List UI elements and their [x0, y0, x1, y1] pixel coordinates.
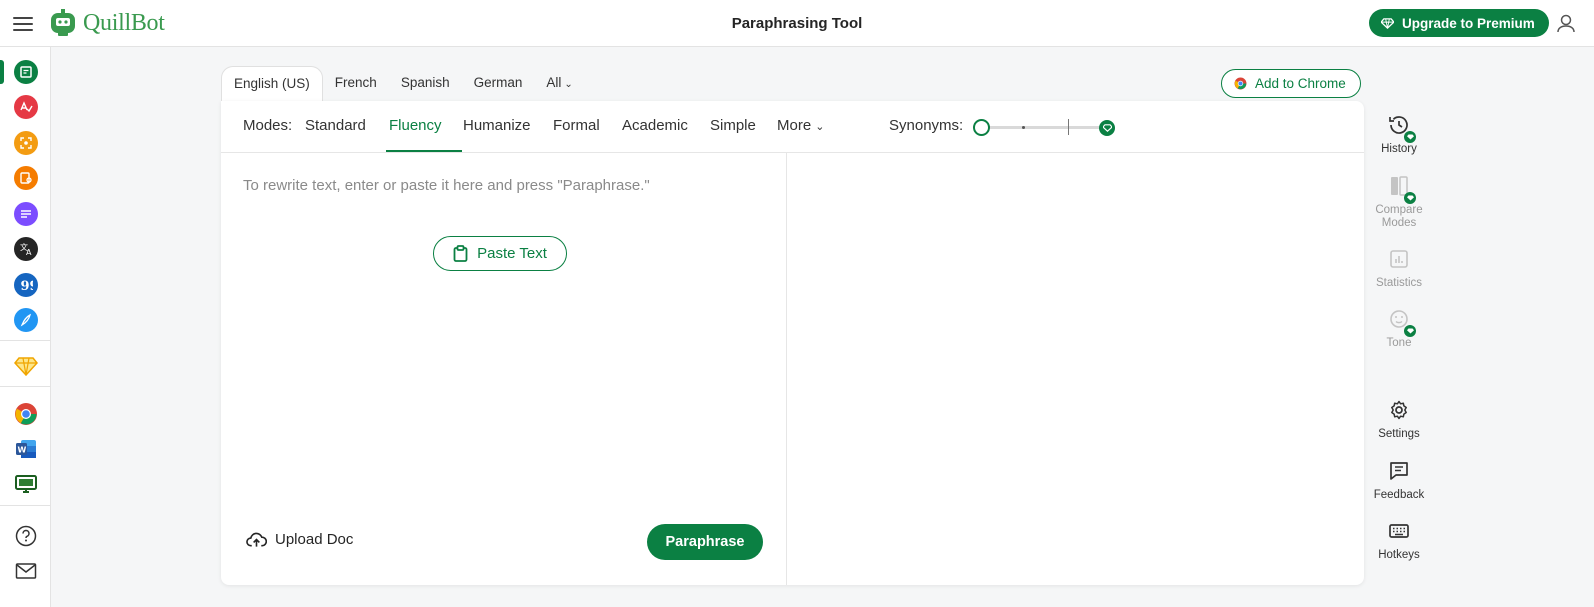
keyboard-icon [1386, 519, 1412, 545]
upgrade-label: Upgrade to Premium [1402, 15, 1535, 31]
history-label: History [1381, 143, 1417, 155]
mode-simple[interactable]: Simple [710, 117, 756, 134]
paraphrase-button[interactable]: Paraphrase [647, 524, 763, 560]
nav-divider [0, 340, 51, 341]
mode-standard[interactable]: Standard [305, 117, 366, 134]
modes-label: Modes: [243, 117, 293, 134]
chevron-down-icon: ⌄ [815, 121, 825, 133]
feedback-tool[interactable]: Feedback [1371, 459, 1427, 501]
hotkeys-tool[interactable]: Hotkeys [1371, 519, 1427, 561]
premium-diamond-icon [1099, 120, 1115, 136]
panel-divider [786, 153, 787, 585]
modes-bar: Modes: Standard Fluency Humanize Formal … [221, 101, 1364, 153]
language-tabs: English (US) French Spanish German All ⌄ [221, 66, 585, 102]
add-to-chrome-button[interactable]: Add to Chrome [1221, 69, 1361, 98]
synonyms-slider[interactable] [973, 118, 1115, 136]
statistics-icon [1386, 247, 1412, 273]
mode-more[interactable]: More ⌄ [777, 117, 824, 134]
add-to-chrome-label: Add to Chrome [1255, 76, 1346, 91]
history-icon [1386, 113, 1416, 143]
paste-text-button[interactable]: Paste Text [433, 236, 567, 271]
tone-label: Tone [1386, 337, 1412, 349]
plagiarism-checker-icon[interactable] [14, 166, 38, 190]
svg-text:A: A [26, 248, 32, 256]
upgrade-to-premium-button[interactable]: Upgrade to Premium [1369, 9, 1549, 37]
citation-generator-icon[interactable]: 99 [14, 273, 38, 297]
statistics-label: Statistics [1375, 277, 1422, 289]
quillbot-logo[interactable]: QuillBot [49, 8, 165, 38]
mail-icon[interactable] [14, 559, 38, 583]
slider-thumb[interactable] [973, 119, 990, 136]
tone-tool[interactable]: Tone [1371, 307, 1427, 349]
active-mode-underline [386, 150, 462, 152]
hotkeys-label: Hotkeys [1378, 549, 1420, 561]
page-title: Paraphrasing Tool [731, 15, 863, 32]
tab-all-languages[interactable]: All ⌄ [534, 66, 584, 102]
slider-tick [1068, 119, 1069, 135]
mode-formal[interactable]: Formal [553, 117, 600, 134]
active-indicator [0, 60, 4, 84]
settings-label: Settings [1378, 428, 1420, 440]
translator-icon[interactable]: 文A [14, 237, 38, 261]
chrome-icon [1234, 77, 1247, 90]
slider-step-dot [1022, 126, 1025, 129]
ai-detector-icon[interactable] [14, 131, 38, 155]
premium-diamond-icon[interactable] [14, 354, 38, 378]
statistics-tool[interactable]: Statistics [1371, 247, 1427, 289]
upload-doc-label: Upload Doc [275, 531, 354, 548]
top-bar: QuillBot Paraphrasing Tool Upgrade to Pr… [0, 0, 1594, 47]
input-placeholder[interactable]: To rewrite text, enter or paste it here … [243, 177, 650, 194]
tab-english-us[interactable]: English (US) [221, 66, 323, 102]
gear-icon [1386, 398, 1412, 424]
cloud-upload-icon [246, 532, 267, 547]
word-addin-icon[interactable]: W [14, 437, 38, 461]
upload-doc-button[interactable]: Upload Doc [246, 531, 353, 548]
desktop-app-icon[interactable] [14, 472, 38, 496]
svg-text:W: W [18, 446, 27, 455]
history-tool[interactable]: History [1371, 113, 1427, 155]
diamond-icon [1381, 17, 1394, 29]
slider-track [979, 126, 1107, 129]
quillbot-robot-icon [51, 9, 75, 36]
compare-modes-tool[interactable]: Compare Modes [1371, 174, 1427, 230]
mode-humanize[interactable]: Humanize [463, 117, 531, 134]
brand-name: QuillBot [83, 9, 165, 36]
tab-french[interactable]: French [323, 66, 389, 102]
premium-diamond-icon [1404, 192, 1416, 204]
paraphraser-icon[interactable] [14, 60, 38, 84]
ai-writer-icon[interactable] [14, 308, 38, 332]
paste-text-label: Paste Text [477, 245, 547, 262]
feedback-icon [1386, 459, 1412, 485]
nav-divider [0, 505, 51, 506]
paraphraser-card: Modes: Standard Fluency Humanize Formal … [221, 101, 1364, 585]
hamburger-menu-icon[interactable] [13, 14, 33, 32]
more-label: More [777, 117, 812, 134]
clipboard-icon [453, 245, 468, 262]
settings-tool[interactable]: Settings [1371, 398, 1427, 440]
mode-fluency[interactable]: Fluency [389, 117, 442, 134]
mode-academic[interactable]: Academic [622, 117, 688, 134]
chevron-down-icon: ⌄ [564, 79, 573, 90]
chrome-extension-icon[interactable] [14, 402, 38, 426]
tone-icon [1386, 307, 1416, 337]
premium-diamond-icon [1404, 325, 1416, 337]
premium-diamond-icon [1404, 131, 1416, 143]
synonyms-label: Synonyms: [889, 117, 964, 134]
feedback-label: Feedback [1373, 489, 1425, 501]
left-tool-nav: 文A 99 W [0, 47, 51, 607]
grammar-checker-icon[interactable] [14, 95, 38, 119]
svg-text:99: 99 [21, 279, 34, 292]
compare-modes-icon [1386, 174, 1416, 204]
nav-divider [0, 386, 51, 387]
tab-german[interactable]: German [462, 66, 535, 102]
user-profile-icon[interactable] [1555, 13, 1577, 35]
compare-modes-label: Compare Modes [1375, 204, 1423, 229]
all-languages-label: All [546, 75, 562, 90]
help-icon[interactable] [14, 524, 38, 548]
summarizer-icon[interactable] [14, 202, 38, 226]
tab-spanish[interactable]: Spanish [389, 66, 462, 102]
